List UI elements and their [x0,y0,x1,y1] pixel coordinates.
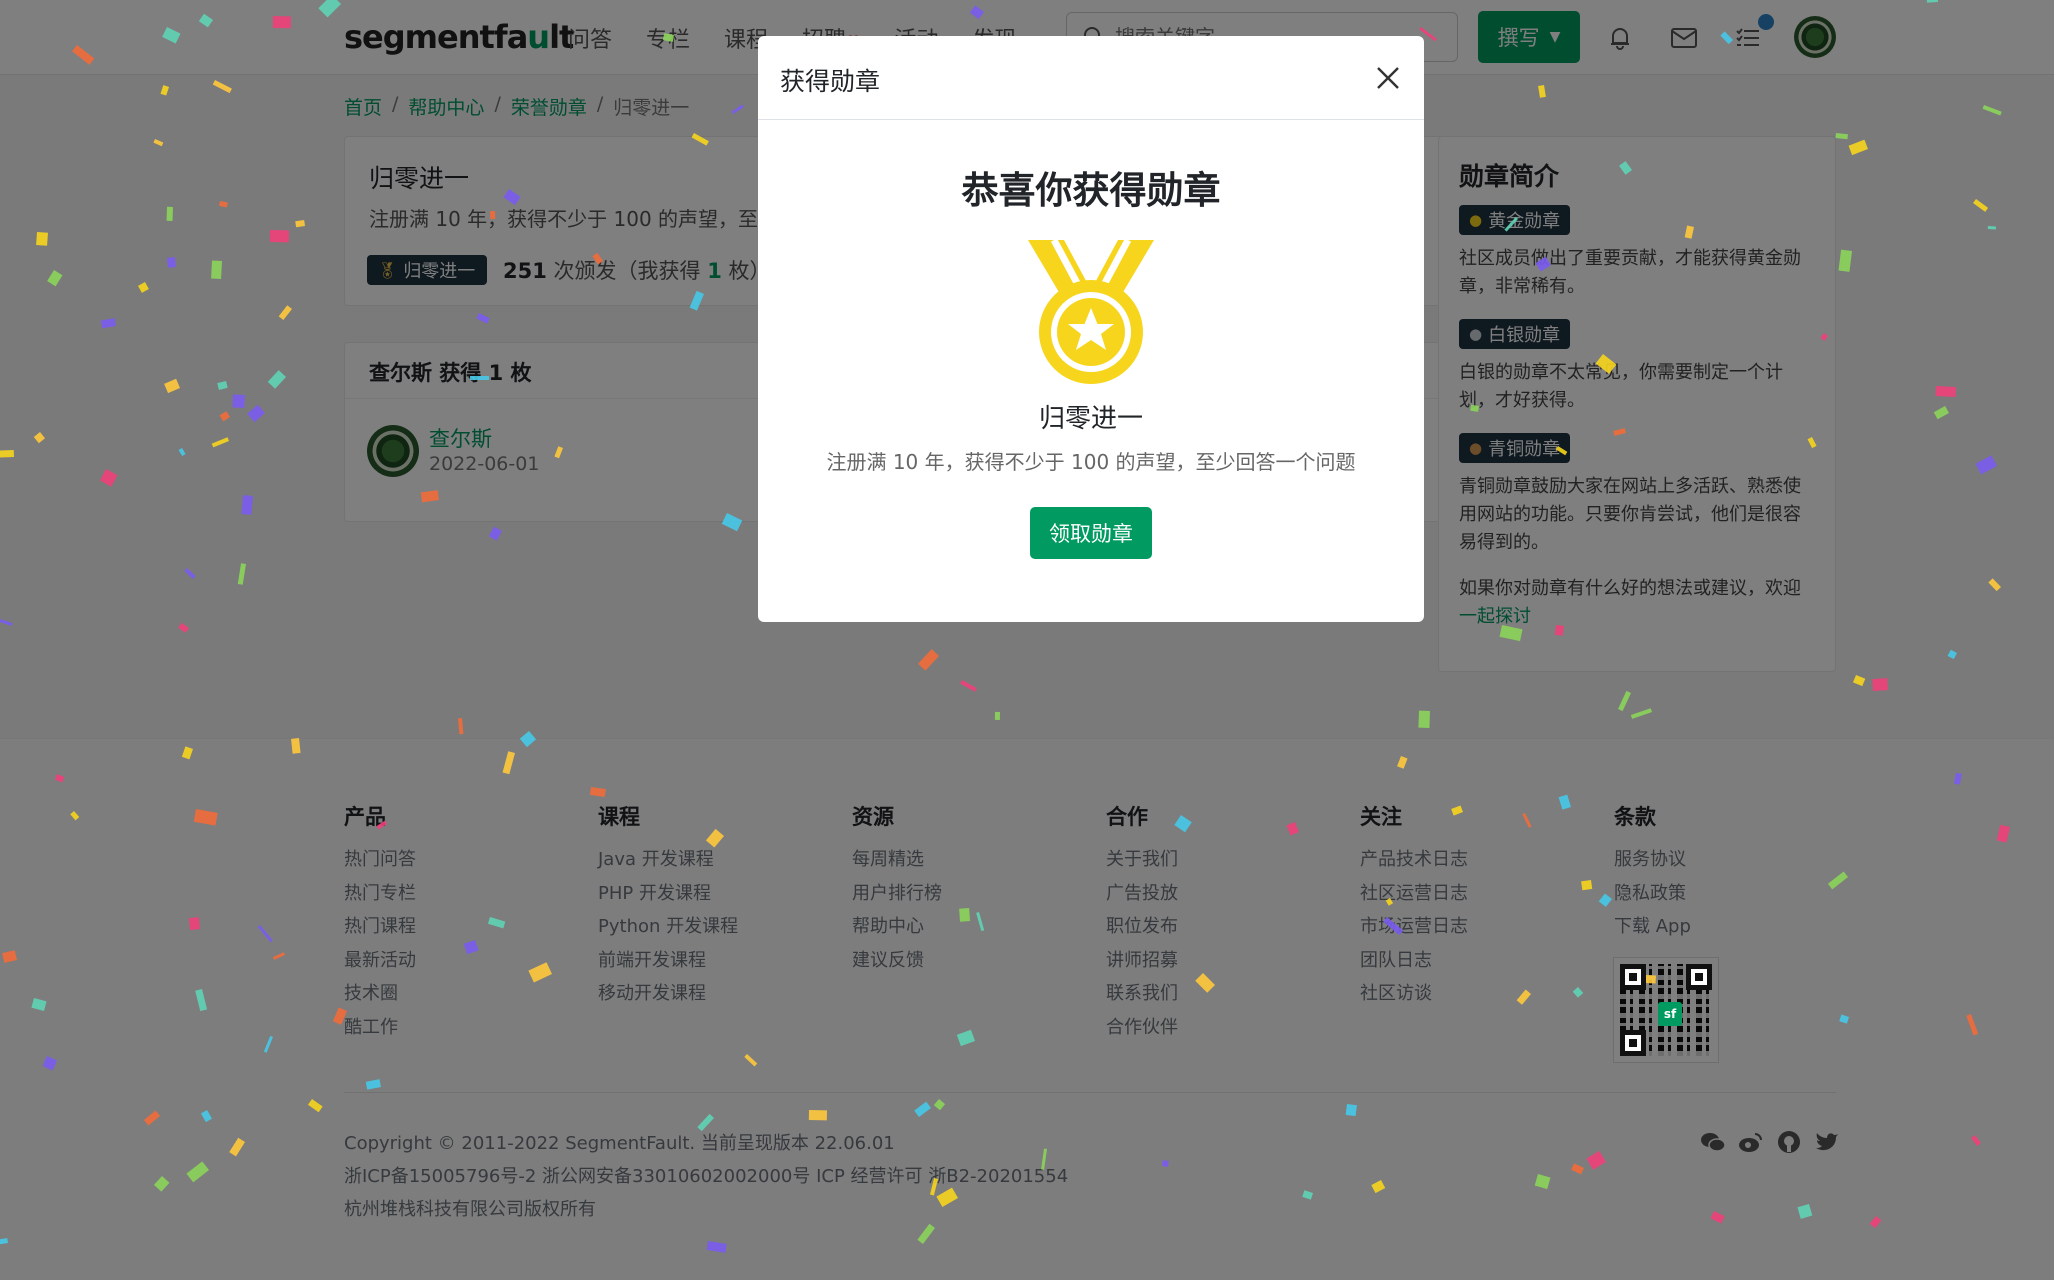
qr-logo: sf [1658,1001,1682,1026]
close-icon [1377,67,1399,89]
qr-corner [1620,963,1646,990]
congrats-heading: 恭喜你获得勋章 [961,169,1221,212]
claim-badge-button[interactable]: 领取勋章 [1030,507,1152,559]
modal-title: 获得勋章 [780,67,881,96]
modal-badge-name: 归零进一 [1038,404,1143,434]
modal-header: 获得勋章 [758,36,1424,120]
gold-medal-icon [1028,238,1154,384]
qr-corner [1620,1029,1646,1056]
modal-close-button[interactable] [1368,58,1408,98]
badge-earned-modal: 获得勋章 恭喜你获得勋章 归零进一 注册满 10 年，获得不少于 100 的声望… [758,36,1424,622]
qr-corner [1686,963,1712,990]
modal-badge-description: 注册满 10 年，获得不少于 100 的声望，至少回答一个问题 [826,450,1356,474]
